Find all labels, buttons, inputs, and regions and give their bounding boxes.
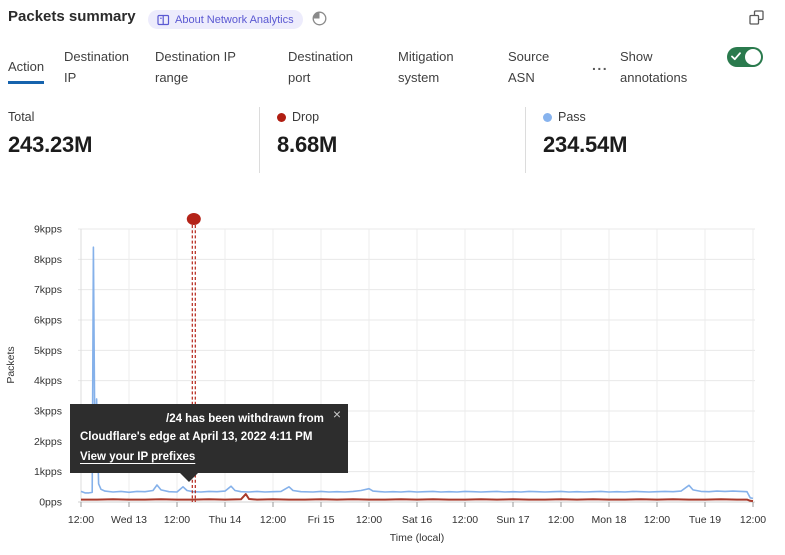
book-icon bbox=[157, 14, 170, 26]
stat-drop-label: Drop bbox=[292, 110, 319, 124]
tab-source-asn[interactable]: Source ASN bbox=[508, 46, 566, 88]
y-tick-label: 8kpps bbox=[34, 254, 62, 266]
tab-destination-ip[interactable]: Destination IP bbox=[64, 46, 142, 88]
toggle-check-icon bbox=[731, 52, 741, 61]
refresh-timer-icon[interactable] bbox=[311, 10, 328, 27]
x-tick-label: 12:00 bbox=[452, 514, 478, 526]
x-tick-label: 12:00 bbox=[740, 514, 766, 526]
stat-pass-label: Pass bbox=[558, 110, 586, 124]
x-tick-label: Sun 17 bbox=[496, 514, 529, 526]
x-axis-title: Time (local) bbox=[390, 532, 444, 544]
x-tick-label: 12:00 bbox=[68, 514, 94, 526]
stat-drop-value: 8.68M bbox=[277, 132, 337, 158]
badge-label: About Network Analytics bbox=[175, 14, 294, 26]
packets-time-series-chart[interactable]: 9kpps 8kpps 7kpps 6kpps 5kpps 4kpps 3kpps 2kpps… bbox=[0, 210, 785, 555]
stats-divider bbox=[259, 107, 260, 173]
x-tick-label: Sat 16 bbox=[402, 514, 433, 526]
stat-pass-value: 234.54M bbox=[543, 132, 627, 158]
x-tick-label: 12:00 bbox=[164, 514, 190, 526]
expand-icon[interactable] bbox=[748, 9, 765, 26]
x-tick-label: Thu 14 bbox=[209, 514, 242, 526]
y-tick-label: 7kpps bbox=[34, 284, 62, 296]
annotation-tooltip: × /24 has been withdrawn from Cloudflare… bbox=[70, 404, 348, 473]
y-tick-label: 0pps bbox=[39, 497, 62, 509]
tooltip-message: /24 has been withdrawn from Cloudflare's… bbox=[80, 411, 328, 447]
y-tick-label: 2kpps bbox=[34, 436, 62, 448]
x-tick-label: Fri 15 bbox=[308, 514, 335, 526]
stat-total-value: 243.23M bbox=[8, 132, 92, 158]
show-annotations-label: Show annotations bbox=[620, 46, 704, 88]
y-tick-label: 4kpps bbox=[34, 375, 62, 387]
tab-mitigation-system[interactable]: Mitigation system bbox=[398, 46, 480, 88]
stat-total: Total 243.23M bbox=[8, 110, 92, 158]
y-tick-label: 6kpps bbox=[34, 315, 62, 327]
x-tick-label: 12:00 bbox=[644, 514, 670, 526]
more-tabs-button[interactable]: ... bbox=[592, 57, 608, 73]
x-tick-label: Mon 18 bbox=[591, 514, 626, 526]
packets-summary-panel: Packets summary About Network Analytics … bbox=[0, 0, 785, 555]
stat-pass: Pass 234.54M bbox=[543, 110, 627, 158]
stats-divider bbox=[525, 107, 526, 173]
x-tick-label: 12:00 bbox=[260, 514, 286, 526]
tooltip-close-icon[interactable]: × bbox=[333, 407, 341, 421]
toggle-knob bbox=[745, 49, 761, 65]
pass-legend-dot bbox=[543, 113, 552, 122]
x-tick-label: 12:00 bbox=[548, 514, 574, 526]
page-title: Packets summary bbox=[8, 8, 136, 25]
tab-destination-port[interactable]: Destination port bbox=[288, 46, 374, 88]
y-tick-label: 1kpps bbox=[34, 466, 62, 478]
tooltip-ip-prefixes-link[interactable]: View your IP prefixes bbox=[80, 451, 195, 463]
x-tick-label: 12:00 bbox=[356, 514, 382, 526]
y-tick-label: 3kpps bbox=[34, 406, 62, 418]
drop-legend-dot bbox=[277, 113, 286, 122]
y-tick-label: 9kpps bbox=[34, 224, 62, 236]
y-axis-title: Packets bbox=[5, 346, 17, 383]
x-tick-label: Tue 19 bbox=[689, 514, 721, 526]
tab-action[interactable]: Action bbox=[8, 56, 44, 84]
stat-drop: Drop 8.68M bbox=[277, 110, 337, 158]
annotations-toggle[interactable] bbox=[727, 47, 763, 67]
tab-destination-ip-range[interactable]: Destination IP range bbox=[155, 46, 253, 88]
stat-total-label: Total bbox=[8, 110, 34, 124]
x-tick-label: Wed 13 bbox=[111, 514, 147, 526]
y-tick-label: 5kpps bbox=[34, 345, 62, 357]
annotation-dot[interactable] bbox=[187, 213, 201, 225]
about-network-analytics-badge[interactable]: About Network Analytics bbox=[148, 10, 303, 29]
tooltip-caret bbox=[180, 473, 198, 482]
